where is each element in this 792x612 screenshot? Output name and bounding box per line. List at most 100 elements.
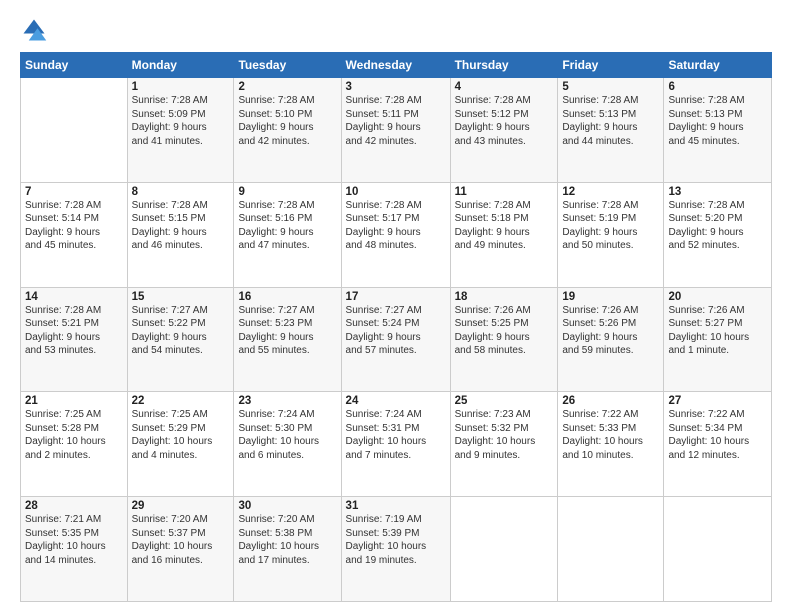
- day-info: Sunrise: 7:28 AM Sunset: 5:18 PM Dayligh…: [455, 199, 554, 253]
- calendar-cell: 5Sunrise: 7:28 AM Sunset: 5:13 PM Daylig…: [558, 78, 664, 183]
- day-number: 29: [132, 500, 230, 512]
- day-info: Sunrise: 7:24 AM Sunset: 5:30 PM Dayligh…: [238, 408, 336, 462]
- day-number: 11: [455, 186, 554, 198]
- day-header-saturday: Saturday: [664, 53, 772, 78]
- day-number: 18: [455, 291, 554, 303]
- calendar-cell: 21Sunrise: 7:25 AM Sunset: 5:28 PM Dayli…: [21, 392, 128, 497]
- day-number: 24: [346, 395, 446, 407]
- day-number: 12: [562, 186, 659, 198]
- day-info: Sunrise: 7:28 AM Sunset: 5:15 PM Dayligh…: [132, 199, 230, 253]
- day-number: 17: [346, 291, 446, 303]
- calendar-week-1: 7Sunrise: 7:28 AM Sunset: 5:14 PM Daylig…: [21, 182, 772, 287]
- calendar-cell: 2Sunrise: 7:28 AM Sunset: 5:10 PM Daylig…: [234, 78, 341, 183]
- calendar-cell: [450, 497, 558, 602]
- calendar-cell: 9Sunrise: 7:28 AM Sunset: 5:16 PM Daylig…: [234, 182, 341, 287]
- day-info: Sunrise: 7:26 AM Sunset: 5:25 PM Dayligh…: [455, 304, 554, 358]
- calendar-cell: [664, 497, 772, 602]
- day-info: Sunrise: 7:21 AM Sunset: 5:35 PM Dayligh…: [25, 513, 123, 567]
- calendar-cell: 3Sunrise: 7:28 AM Sunset: 5:11 PM Daylig…: [341, 78, 450, 183]
- calendar-cell: 31Sunrise: 7:19 AM Sunset: 5:39 PM Dayli…: [341, 497, 450, 602]
- day-number: 10: [346, 186, 446, 198]
- calendar-cell: 6Sunrise: 7:28 AM Sunset: 5:13 PM Daylig…: [664, 78, 772, 183]
- day-info: Sunrise: 7:20 AM Sunset: 5:37 PM Dayligh…: [132, 513, 230, 567]
- day-info: Sunrise: 7:28 AM Sunset: 5:09 PM Dayligh…: [132, 94, 230, 148]
- day-number: 28: [25, 500, 123, 512]
- day-number: 2: [238, 81, 336, 93]
- day-number: 15: [132, 291, 230, 303]
- calendar-cell: 12Sunrise: 7:28 AM Sunset: 5:19 PM Dayli…: [558, 182, 664, 287]
- day-info: Sunrise: 7:26 AM Sunset: 5:27 PM Dayligh…: [668, 304, 767, 358]
- logo-icon: [20, 16, 48, 44]
- calendar-cell: [558, 497, 664, 602]
- day-info: Sunrise: 7:28 AM Sunset: 5:11 PM Dayligh…: [346, 94, 446, 148]
- day-info: Sunrise: 7:19 AM Sunset: 5:39 PM Dayligh…: [346, 513, 446, 567]
- header: [20, 16, 772, 44]
- day-number: 3: [346, 81, 446, 93]
- calendar-cell: 28Sunrise: 7:21 AM Sunset: 5:35 PM Dayli…: [21, 497, 128, 602]
- calendar-cell: 17Sunrise: 7:27 AM Sunset: 5:24 PM Dayli…: [341, 287, 450, 392]
- day-info: Sunrise: 7:28 AM Sunset: 5:12 PM Dayligh…: [455, 94, 554, 148]
- day-number: 22: [132, 395, 230, 407]
- day-number: 23: [238, 395, 336, 407]
- calendar-week-0: 1Sunrise: 7:28 AM Sunset: 5:09 PM Daylig…: [21, 78, 772, 183]
- calendar-cell: 26Sunrise: 7:22 AM Sunset: 5:33 PM Dayli…: [558, 392, 664, 497]
- day-number: 16: [238, 291, 336, 303]
- calendar-cell: 24Sunrise: 7:24 AM Sunset: 5:31 PM Dayli…: [341, 392, 450, 497]
- calendar-cell: 30Sunrise: 7:20 AM Sunset: 5:38 PM Dayli…: [234, 497, 341, 602]
- day-info: Sunrise: 7:28 AM Sunset: 5:17 PM Dayligh…: [346, 199, 446, 253]
- day-number: 8: [132, 186, 230, 198]
- day-info: Sunrise: 7:28 AM Sunset: 5:19 PM Dayligh…: [562, 199, 659, 253]
- calendar-cell: 7Sunrise: 7:28 AM Sunset: 5:14 PM Daylig…: [21, 182, 128, 287]
- day-info: Sunrise: 7:28 AM Sunset: 5:13 PM Dayligh…: [562, 94, 659, 148]
- day-info: Sunrise: 7:22 AM Sunset: 5:34 PM Dayligh…: [668, 408, 767, 462]
- calendar-cell: 15Sunrise: 7:27 AM Sunset: 5:22 PM Dayli…: [127, 287, 234, 392]
- day-number: 19: [562, 291, 659, 303]
- day-header-tuesday: Tuesday: [234, 53, 341, 78]
- logo: [20, 16, 52, 44]
- day-info: Sunrise: 7:28 AM Sunset: 5:20 PM Dayligh…: [668, 199, 767, 253]
- calendar-header-row: SundayMondayTuesdayWednesdayThursdayFrid…: [21, 53, 772, 78]
- calendar-week-2: 14Sunrise: 7:28 AM Sunset: 5:21 PM Dayli…: [21, 287, 772, 392]
- calendar-cell: 14Sunrise: 7:28 AM Sunset: 5:21 PM Dayli…: [21, 287, 128, 392]
- day-number: 7: [25, 186, 123, 198]
- calendar-cell: 29Sunrise: 7:20 AM Sunset: 5:37 PM Dayli…: [127, 497, 234, 602]
- calendar-cell: 19Sunrise: 7:26 AM Sunset: 5:26 PM Dayli…: [558, 287, 664, 392]
- calendar: SundayMondayTuesdayWednesdayThursdayFrid…: [20, 52, 772, 602]
- day-number: 13: [668, 186, 767, 198]
- day-info: Sunrise: 7:26 AM Sunset: 5:26 PM Dayligh…: [562, 304, 659, 358]
- day-info: Sunrise: 7:28 AM Sunset: 5:16 PM Dayligh…: [238, 199, 336, 253]
- day-number: 14: [25, 291, 123, 303]
- day-number: 31: [346, 500, 446, 512]
- calendar-cell: 16Sunrise: 7:27 AM Sunset: 5:23 PM Dayli…: [234, 287, 341, 392]
- day-info: Sunrise: 7:28 AM Sunset: 5:14 PM Dayligh…: [25, 199, 123, 253]
- day-info: Sunrise: 7:20 AM Sunset: 5:38 PM Dayligh…: [238, 513, 336, 567]
- day-info: Sunrise: 7:23 AM Sunset: 5:32 PM Dayligh…: [455, 408, 554, 462]
- day-number: 25: [455, 395, 554, 407]
- day-info: Sunrise: 7:27 AM Sunset: 5:24 PM Dayligh…: [346, 304, 446, 358]
- day-info: Sunrise: 7:22 AM Sunset: 5:33 PM Dayligh…: [562, 408, 659, 462]
- calendar-cell: 18Sunrise: 7:26 AM Sunset: 5:25 PM Dayli…: [450, 287, 558, 392]
- day-number: 6: [668, 81, 767, 93]
- day-info: Sunrise: 7:27 AM Sunset: 5:22 PM Dayligh…: [132, 304, 230, 358]
- calendar-cell: 25Sunrise: 7:23 AM Sunset: 5:32 PM Dayli…: [450, 392, 558, 497]
- day-number: 20: [668, 291, 767, 303]
- day-number: 30: [238, 500, 336, 512]
- day-header-sunday: Sunday: [21, 53, 128, 78]
- calendar-cell: 27Sunrise: 7:22 AM Sunset: 5:34 PM Dayli…: [664, 392, 772, 497]
- calendar-cell: 22Sunrise: 7:25 AM Sunset: 5:29 PM Dayli…: [127, 392, 234, 497]
- day-header-monday: Monday: [127, 53, 234, 78]
- day-info: Sunrise: 7:28 AM Sunset: 5:21 PM Dayligh…: [25, 304, 123, 358]
- day-number: 21: [25, 395, 123, 407]
- calendar-week-3: 21Sunrise: 7:25 AM Sunset: 5:28 PM Dayli…: [21, 392, 772, 497]
- day-info: Sunrise: 7:25 AM Sunset: 5:29 PM Dayligh…: [132, 408, 230, 462]
- day-number: 26: [562, 395, 659, 407]
- calendar-cell: 10Sunrise: 7:28 AM Sunset: 5:17 PM Dayli…: [341, 182, 450, 287]
- day-number: 9: [238, 186, 336, 198]
- day-number: 27: [668, 395, 767, 407]
- day-info: Sunrise: 7:27 AM Sunset: 5:23 PM Dayligh…: [238, 304, 336, 358]
- calendar-cell: 11Sunrise: 7:28 AM Sunset: 5:18 PM Dayli…: [450, 182, 558, 287]
- calendar-cell: 4Sunrise: 7:28 AM Sunset: 5:12 PM Daylig…: [450, 78, 558, 183]
- day-header-thursday: Thursday: [450, 53, 558, 78]
- day-info: Sunrise: 7:25 AM Sunset: 5:28 PM Dayligh…: [25, 408, 123, 462]
- calendar-cell: 1Sunrise: 7:28 AM Sunset: 5:09 PM Daylig…: [127, 78, 234, 183]
